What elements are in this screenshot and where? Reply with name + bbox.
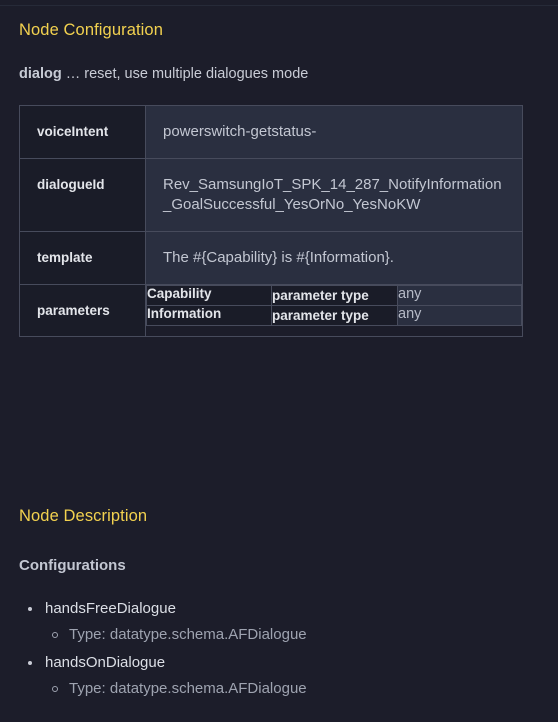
documentation-page: Node Configuration dialog … reset, use m… bbox=[0, 0, 558, 722]
list-item: Type: datatype.schema.AFDialogue bbox=[19, 676, 519, 703]
bullet-circle-icon bbox=[52, 631, 58, 638]
parameter-type-value-information: any bbox=[397, 304, 522, 327]
table-row: template The #{Capability} is #{Informat… bbox=[19, 230, 523, 285]
list-item: handsFreeDialogue Type: datatype.schema.… bbox=[19, 596, 519, 648]
dialog-intro-rest: … reset, use multiple dialogues mode bbox=[61, 66, 309, 82]
parameter-name-information: Information bbox=[146, 304, 272, 327]
table-row: voiceIntent powerswitch-getstatus- bbox=[19, 105, 523, 159]
config-item-type: Type: datatype.schema.AFDialogue bbox=[69, 625, 307, 643]
list-item: handsOnDialogue Type: datatype.schema.AF… bbox=[19, 650, 519, 702]
configurations-subheading: Configurations bbox=[19, 557, 126, 574]
row-label-template: template bbox=[19, 230, 146, 285]
config-item-type: Type: datatype.schema.AFDialogue bbox=[69, 680, 307, 698]
node-description-heading: Node Description bbox=[19, 507, 148, 525]
row-label-voiceintent: voiceIntent bbox=[19, 105, 146, 159]
dialog-intro-text: dialog … reset, use multiple dialogues m… bbox=[19, 66, 308, 82]
config-item-details: Type: datatype.schema.AFDialogue bbox=[19, 676, 519, 703]
config-item-details: Type: datatype.schema.AFDialogue bbox=[19, 622, 519, 649]
list-item: Type: datatype.schema.AFDialogue bbox=[19, 622, 519, 649]
parameter-row: Information parameter type any bbox=[146, 304, 522, 327]
table-row: dialogueId Rev_SamsungIoT_SPK_14_287_Not… bbox=[19, 157, 523, 232]
config-item-name-row: handsOnDialogue bbox=[19, 650, 519, 676]
parameter-type-value-capability: any bbox=[397, 284, 522, 306]
row-value-dialogueid: Rev_SamsungIoT_SPK_14_287_NotifyInformat… bbox=[145, 157, 523, 232]
parameters-nested-container: Capability parameter type any Informatio… bbox=[145, 284, 523, 337]
row-label-dialogueid: dialogueId bbox=[19, 157, 146, 232]
parameter-type-label-capability: parameter type bbox=[271, 284, 398, 306]
configurations-list: handsFreeDialogue Type: datatype.schema.… bbox=[19, 596, 519, 705]
config-item-name: handsFreeDialogue bbox=[45, 600, 176, 617]
config-item-name: handsOnDialogue bbox=[45, 654, 166, 672]
bullet-disc-icon bbox=[28, 661, 32, 666]
parameters-table: Capability parameter type any Informatio… bbox=[146, 284, 522, 327]
node-configuration-table: voiceIntent powerswitch-getstatus- dialo… bbox=[19, 105, 523, 337]
row-label-parameters: parameters bbox=[19, 283, 146, 337]
row-value-voiceintent: powerswitch-getstatus- bbox=[145, 105, 523, 159]
parameter-type-label-information: parameter type bbox=[271, 304, 398, 327]
row-value-template: The #{Capability} is #{Information}. bbox=[145, 230, 523, 285]
bullet-disc-icon bbox=[28, 607, 32, 611]
config-item-name-row: handsFreeDialogue bbox=[19, 596, 519, 622]
node-configuration-heading: Node Configuration bbox=[19, 21, 163, 39]
dialog-keyword: dialog bbox=[19, 66, 62, 82]
table-row-parameters: parameters Capability parameter type any… bbox=[19, 283, 523, 337]
parameter-row: Capability parameter type any bbox=[146, 284, 522, 306]
bullet-circle-icon bbox=[52, 686, 58, 693]
parameter-name-capability: Capability bbox=[146, 284, 272, 306]
